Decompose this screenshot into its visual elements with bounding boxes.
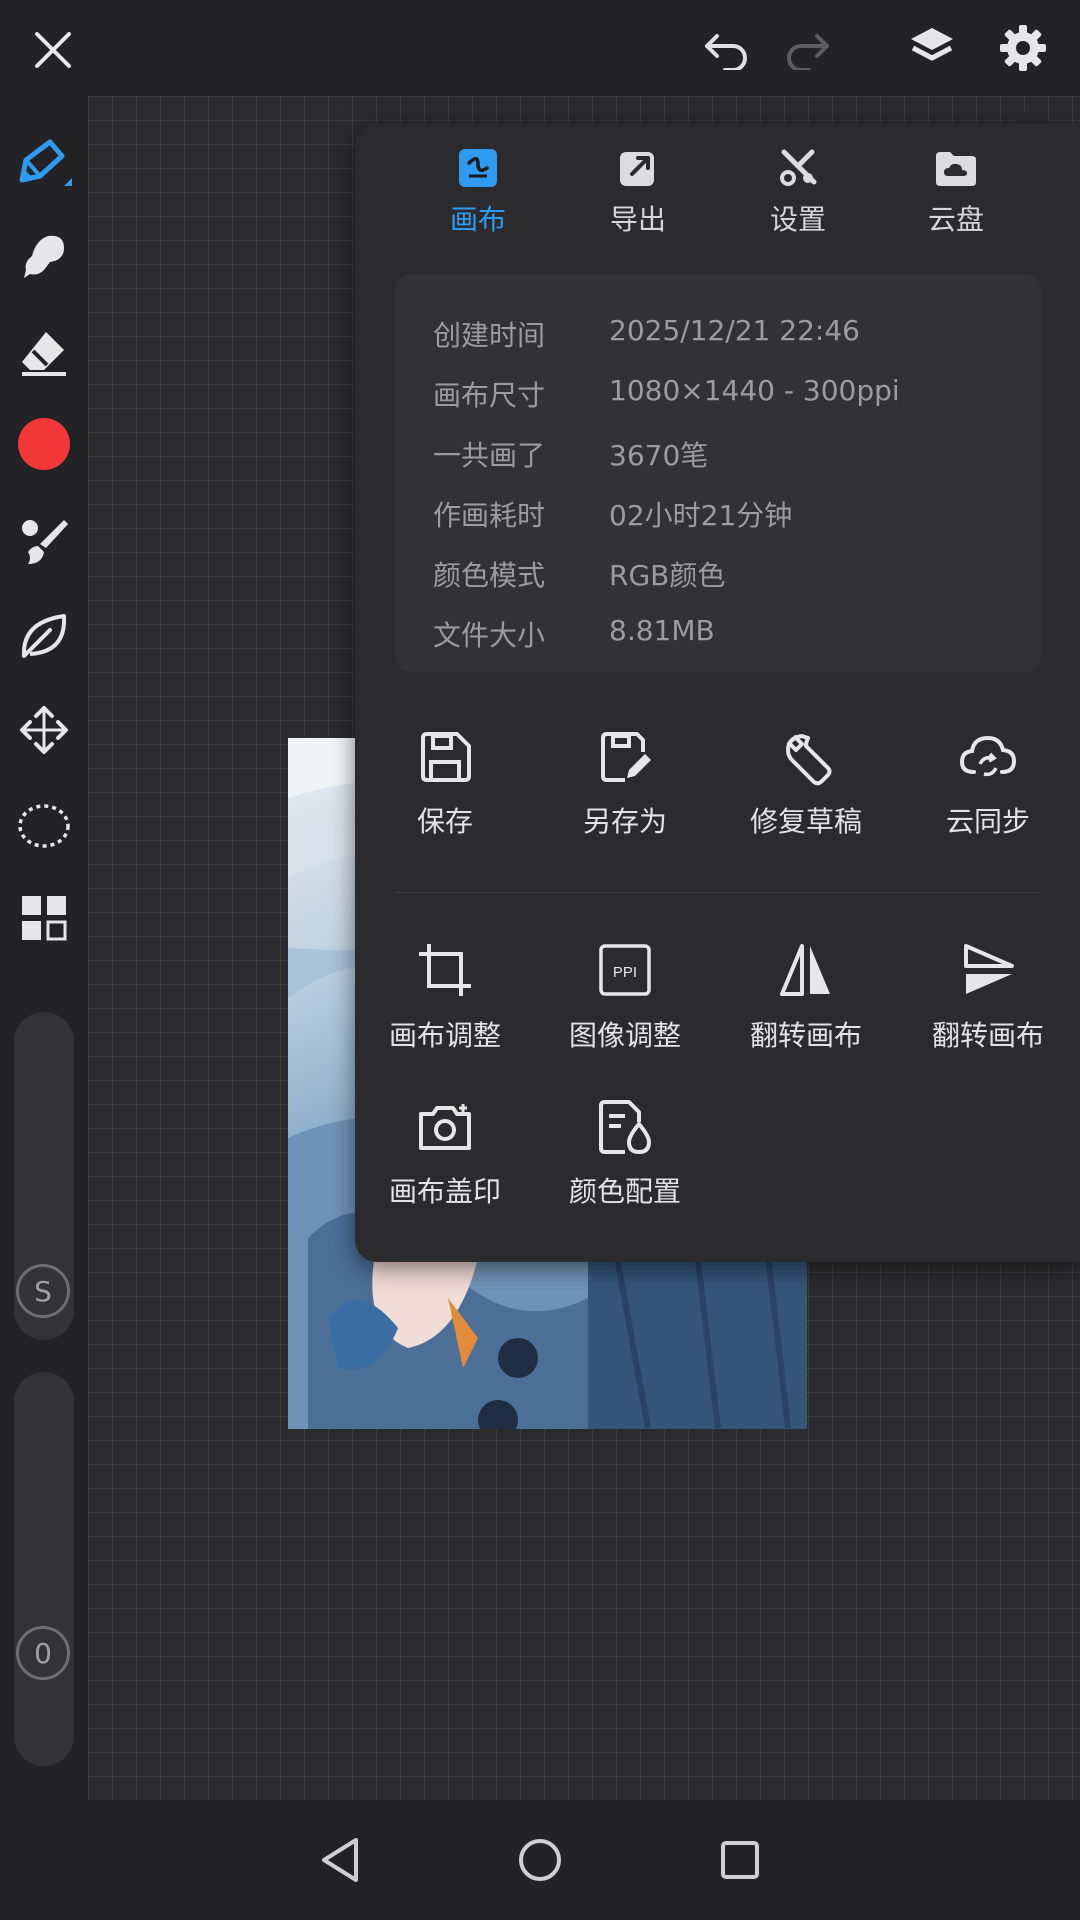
tool-sidebar: S 0 bbox=[0, 96, 88, 1800]
wrench-icon bbox=[786, 734, 832, 786]
info-color-mode: 颜色模式 RGB颜色 bbox=[395, 544, 1041, 604]
info-value: 2025/12/21 22:46 bbox=[609, 314, 860, 347]
action-label: 画布调整 bbox=[388, 1019, 501, 1052]
move-icon[interactable] bbox=[12, 698, 76, 762]
info-value: 3670笔 bbox=[609, 439, 709, 472]
canvas-stamp-button[interactable]: 画布盖印 bbox=[355, 1100, 535, 1230]
flip-horizontal-button[interactable]: 翻转画布 bbox=[716, 940, 896, 1070]
tab-canvas[interactable]: 画布 bbox=[413, 148, 543, 248]
canvas-icon bbox=[459, 149, 497, 187]
grid-icon[interactable] bbox=[12, 886, 76, 950]
tab-export[interactable]: 导出 bbox=[573, 148, 703, 248]
leaf-icon[interactable] bbox=[12, 604, 76, 668]
recents-icon[interactable] bbox=[710, 1830, 770, 1890]
top-toolbar bbox=[0, 0, 1080, 96]
undo-icon[interactable] bbox=[700, 26, 754, 74]
image-adjust-button[interactable]: PPI 图像调整 bbox=[535, 940, 715, 1070]
tab-label: 设置 bbox=[769, 203, 826, 236]
ppi-icon-text: PPI bbox=[613, 964, 637, 981]
color-profile-button[interactable]: 颜色配置 bbox=[535, 1100, 715, 1230]
menu-divider bbox=[395, 892, 1041, 893]
flip-vertical-button[interactable]: 翻转画布 bbox=[898, 940, 1078, 1070]
back-icon[interactable] bbox=[310, 1830, 370, 1890]
info-value: RGB颜色 bbox=[609, 559, 726, 592]
ppi-icon: PPI bbox=[599, 944, 651, 996]
color-profile-icon bbox=[599, 1100, 651, 1154]
save-as-icon bbox=[601, 732, 651, 782]
info-label: 作画耗时 bbox=[433, 499, 546, 532]
smudge-icon[interactable] bbox=[12, 224, 76, 288]
camera-icon bbox=[419, 1104, 471, 1150]
gear-icon[interactable] bbox=[995, 22, 1051, 74]
crop-icon bbox=[419, 944, 471, 996]
pen-icon[interactable] bbox=[12, 132, 76, 196]
info-created-time: 创建时间 2025/12/21 22:46 bbox=[395, 304, 1041, 364]
tab-label: 云盘 bbox=[927, 203, 984, 236]
action-label: 修复草稿 bbox=[749, 805, 862, 838]
action-label: 云同步 bbox=[945, 805, 1030, 838]
info-value: 8.81MB bbox=[609, 614, 715, 647]
canvas-info-box: 创建时间 2025/12/21 22:46 画布尺寸 1080×1440 - 3… bbox=[395, 274, 1041, 672]
export-icon bbox=[620, 152, 654, 186]
info-label: 一共画了 bbox=[433, 439, 546, 472]
color-swatch[interactable] bbox=[14, 414, 74, 474]
tab-label: 导出 bbox=[609, 203, 666, 236]
redo-icon[interactable] bbox=[780, 26, 834, 74]
info-label: 创建时间 bbox=[433, 319, 546, 352]
brush-icon[interactable] bbox=[12, 510, 76, 574]
action-label: 另存为 bbox=[582, 805, 667, 838]
action-label: 翻转画布 bbox=[931, 1019, 1044, 1052]
flip-vertical-icon bbox=[964, 944, 1014, 994]
eraser-icon[interactable] bbox=[12, 320, 76, 384]
action-label: 翻转画布 bbox=[749, 1019, 862, 1052]
size-slider-badge[interactable]: S bbox=[16, 1264, 70, 1318]
tools-icon bbox=[780, 149, 817, 186]
layers-icon[interactable] bbox=[904, 22, 960, 74]
flip-horizontal-icon bbox=[780, 944, 830, 996]
tab-cloud-drive[interactable]: 云盘 bbox=[891, 148, 1021, 248]
info-label: 文件大小 bbox=[433, 619, 546, 652]
info-drawing-time: 作画耗时 02小时21分钟 bbox=[395, 484, 1041, 544]
menu-pointer bbox=[1010, 104, 1054, 126]
system-nav-bar bbox=[0, 1800, 1080, 1920]
info-label: 画布尺寸 bbox=[433, 379, 546, 412]
tab-label: 画布 bbox=[449, 203, 506, 236]
save-button[interactable]: 保存 bbox=[355, 730, 535, 860]
cloud-sync-icon bbox=[959, 735, 1017, 777]
close-icon[interactable] bbox=[26, 26, 80, 74]
repair-draft-button[interactable]: 修复草稿 bbox=[716, 730, 896, 860]
opacity-slider[interactable] bbox=[14, 1372, 74, 1766]
tab-settings[interactable]: 设置 bbox=[733, 148, 863, 248]
lasso-icon[interactable] bbox=[12, 794, 76, 858]
opacity-slider-badge[interactable]: 0 bbox=[16, 1626, 70, 1680]
action-label: 图像调整 bbox=[568, 1019, 681, 1052]
info-stroke-count: 一共画了 3670笔 bbox=[395, 424, 1041, 484]
save-as-button[interactable]: 另存为 bbox=[535, 730, 715, 860]
info-value: 1080×1440 - 300ppi bbox=[609, 374, 900, 407]
action-label: 颜色配置 bbox=[568, 1175, 681, 1208]
action-label: 画布盖印 bbox=[388, 1175, 501, 1208]
save-icon bbox=[421, 732, 471, 782]
action-label: 保存 bbox=[416, 805, 473, 838]
cloud-folder-icon bbox=[936, 152, 976, 186]
info-file-size: 文件大小 8.81MB bbox=[395, 604, 1041, 664]
home-icon[interactable] bbox=[510, 1830, 570, 1890]
cloud-sync-button[interactable]: 云同步 bbox=[898, 730, 1078, 860]
canvas-adjust-button[interactable]: 画布调整 bbox=[355, 940, 535, 1070]
info-canvas-size: 画布尺寸 1080×1440 - 300ppi bbox=[395, 364, 1041, 424]
info-label: 颜色模式 bbox=[433, 559, 546, 592]
info-value: 02小时21分钟 bbox=[609, 499, 793, 532]
